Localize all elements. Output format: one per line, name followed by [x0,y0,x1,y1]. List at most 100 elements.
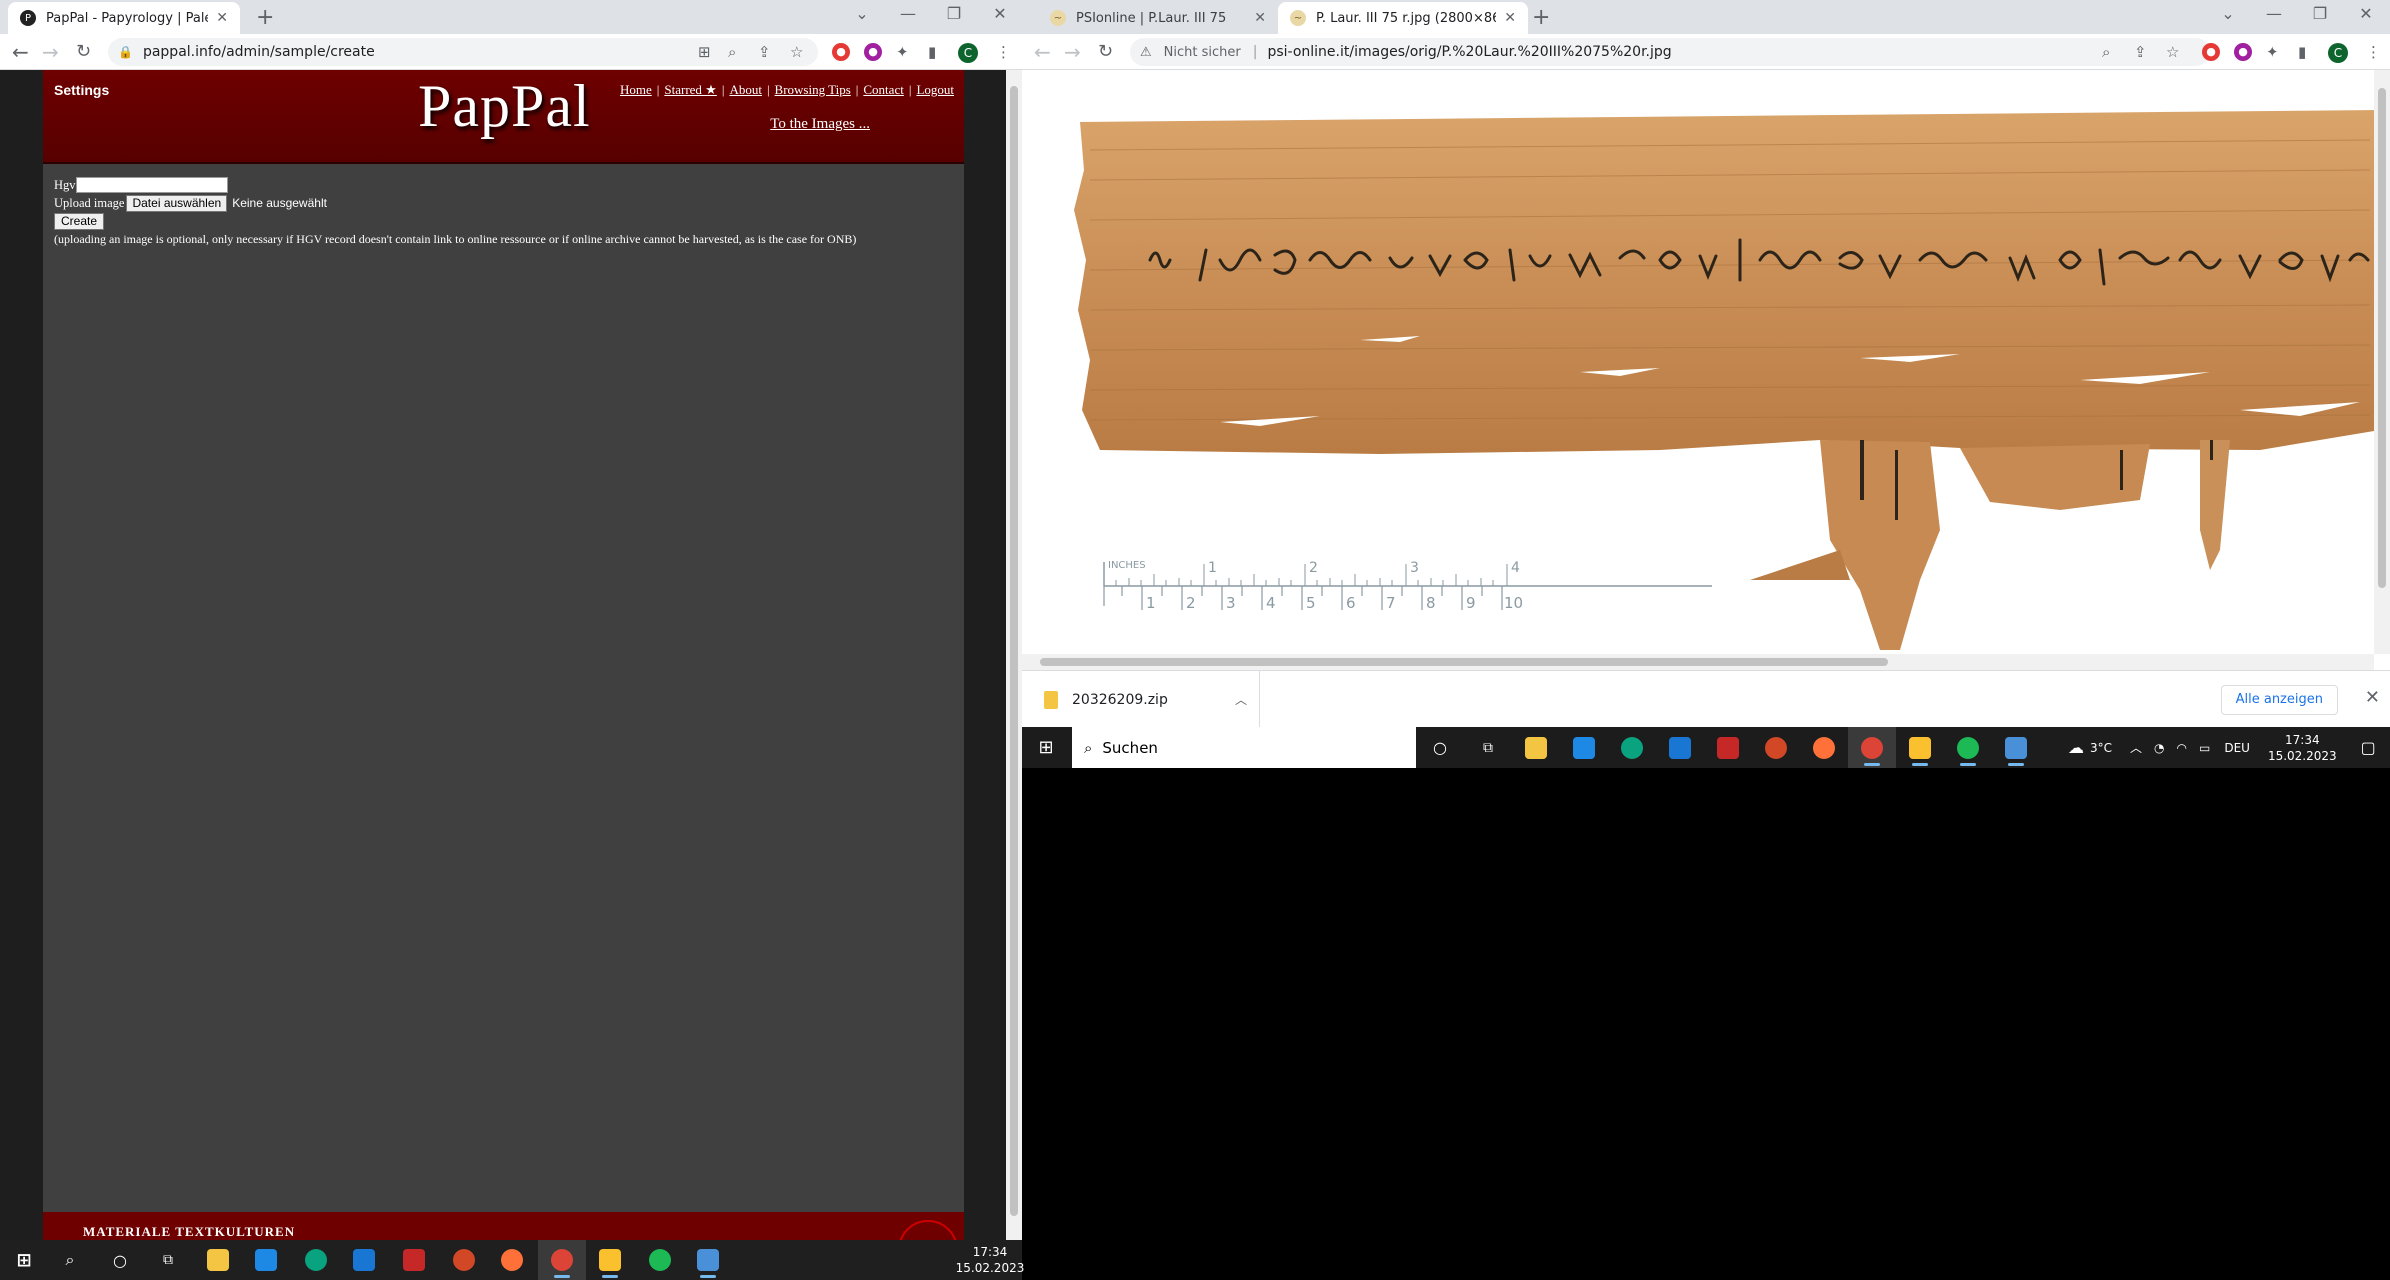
bookmark-star-icon[interactable]: ☆ [2166,43,2179,61]
nav-contact[interactable]: Contact [863,82,903,98]
powerpoint-icon[interactable] [440,1240,488,1280]
file-explorer-icon[interactable] [1512,727,1560,768]
pappal-logo[interactable]: PapPal [418,72,591,141]
hgv-input[interactable] [75,177,228,193]
restore-icon[interactable]: ❐ [2300,4,2340,23]
store-icon[interactable] [242,1240,290,1280]
photos-icon[interactable] [684,1240,732,1280]
tab-psionline[interactable]: ~ PSIonline | P.Laur. III 75 ✕ [1038,2,1278,34]
search-icon[interactable]: ⌕ [46,1240,94,1280]
chrome-icon[interactable] [1848,727,1896,768]
chevron-up-icon[interactable]: ︿ [2130,739,2142,756]
nav-logout[interactable]: Logout [916,82,954,98]
minimize-icon[interactable]: — [2254,4,2294,23]
start-icon[interactable]: ⊞ [0,1240,48,1280]
start-icon[interactable]: ⊞ [1022,727,1070,768]
battery-icon[interactable]: ▭ [2199,741,2210,755]
file-explorer-icon[interactable] [194,1240,242,1280]
extension-red-icon[interactable]: ● [832,43,850,61]
language-indicator[interactable]: DEU [2224,741,2250,755]
extension-purple-icon[interactable]: ● [2234,43,2252,61]
weather-cloud-icon[interactable]: ☁ [2068,738,2084,757]
cortana-icon[interactable]: ○ [96,1240,144,1280]
task-view-icon[interactable]: ⧉ [1464,727,1512,768]
menu-kebab-icon[interactable]: ⋮ [2366,43,2381,61]
notes-app-icon[interactable] [1896,727,1944,768]
side-panel-icon[interactable]: ▮ [928,43,936,61]
side-panel-icon[interactable]: ▮ [2298,43,2306,61]
edge-icon[interactable] [1608,727,1656,768]
task-view-icon[interactable]: ⧉ [144,1240,192,1280]
tab-image[interactable]: ~ P. Laur. III 75 r.jpg (2800×863) ✕ [1278,2,1528,34]
powerpoint-icon[interactable] [1752,727,1800,768]
close-icon[interactable]: ✕ [2365,687,2380,708]
mail-icon[interactable] [340,1240,388,1280]
file-choose-button[interactable]: Datei auswählen [126,194,228,212]
nav-about[interactable]: About [729,82,762,98]
tab-pappal[interactable]: P PapPal - Papyrology | Paleograph ✕ [8,2,240,34]
close-icon[interactable]: ✕ [216,10,228,26]
chrome-icon[interactable] [538,1240,586,1280]
extensions-puzzle-icon[interactable]: ✦ [2266,43,2279,61]
nav-home[interactable]: Home [620,82,652,98]
minimize-icon[interactable]: — [888,4,928,23]
reload-icon[interactable]: ↻ [76,41,91,62]
close-icon[interactable]: ✕ [1254,10,1266,26]
to-images-link[interactable]: To the Images ... [770,116,870,133]
tab-search-icon[interactable]: ⌄ [2208,4,2248,23]
profile-avatar[interactable]: C [2328,43,2348,63]
show-all-button[interactable]: Alle anzeigen [2220,685,2338,715]
acrobat-icon[interactable] [1704,727,1752,768]
address-bar[interactable]: 🔒 pappal.info/admin/sample/create [108,38,818,66]
edge-icon[interactable] [292,1240,340,1280]
wifi-icon[interactable]: ◠ [2177,741,2187,755]
forward-icon[interactable]: → [42,40,59,64]
firefox-icon[interactable] [1800,727,1848,768]
extension-red-icon[interactable]: ● [2202,43,2220,61]
chevron-up-icon[interactable]: ︿ [1235,691,1247,708]
nav-starred[interactable]: Starred ★ [664,82,716,98]
translate-icon[interactable]: ⊞ [698,43,711,61]
settings-link[interactable]: Settings [54,82,109,98]
clock-right[interactable]: 17:34 15.02.2023 [2268,732,2337,764]
spotify-icon[interactable] [636,1240,684,1280]
tab-search-icon[interactable]: ⌄ [842,4,882,23]
address-bar[interactable]: ⚠ Nicht sicher | psi-online.it/images/or… [1130,38,2210,66]
profile-avatar[interactable]: C [958,43,978,63]
restore-icon[interactable]: ❐ [934,4,974,23]
forward-icon[interactable]: → [1064,40,1081,64]
cortana-icon[interactable]: ○ [1416,727,1464,768]
extension-purple-icon[interactable]: ● [864,43,882,61]
zoom-icon[interactable]: ⌕ [728,43,736,61]
zoom-icon[interactable]: ⌕ [2102,43,2110,61]
new-tab-icon[interactable]: + [1532,5,1550,30]
share-icon[interactable]: ⇪ [758,43,771,61]
download-item[interactable]: 20326209.zip ︿ [1022,671,1260,728]
window-close-icon[interactable]: ✕ [980,4,1020,23]
notes-app-icon[interactable] [586,1240,634,1280]
bookmark-star-icon[interactable]: ☆ [790,43,803,61]
page-scrollbar[interactable] [1006,70,1022,1240]
photos-icon[interactable] [1992,727,2040,768]
mail-icon[interactable] [1656,727,1704,768]
create-button[interactable]: Create [54,212,105,230]
extensions-puzzle-icon[interactable]: ✦ [896,43,909,61]
new-tab-icon[interactable]: + [256,5,274,30]
store-icon[interactable] [1560,727,1608,768]
notifications-icon[interactable]: ▢ [2361,738,2376,757]
taskbar-search[interactable]: ⌕ Suchen [1072,727,1416,768]
firefox-icon[interactable] [488,1240,536,1280]
spotify-icon[interactable] [1944,727,1992,768]
weather-temp[interactable]: 3°C [2090,741,2112,755]
back-icon[interactable]: ← [1034,40,1051,64]
acrobat-icon[interactable] [390,1240,438,1280]
clock-left[interactable]: 17:34 15.02.2023 [956,1240,1025,1280]
close-icon[interactable]: ✕ [1504,10,1516,26]
nav-browsing-tips[interactable]: Browsing Tips [775,82,851,98]
reload-icon[interactable]: ↻ [1098,41,1113,62]
image-viewport[interactable]: INCHES 1 2 3 4 1 2 3 4 5 6 7 8 9 10 [1022,70,2390,670]
network-icon[interactable]: ◔ [2154,741,2164,755]
share-icon[interactable]: ⇪ [2134,43,2147,61]
window-close-icon[interactable]: ✕ [2346,4,2386,23]
menu-kebab-icon[interactable]: ⋮ [996,43,1011,61]
